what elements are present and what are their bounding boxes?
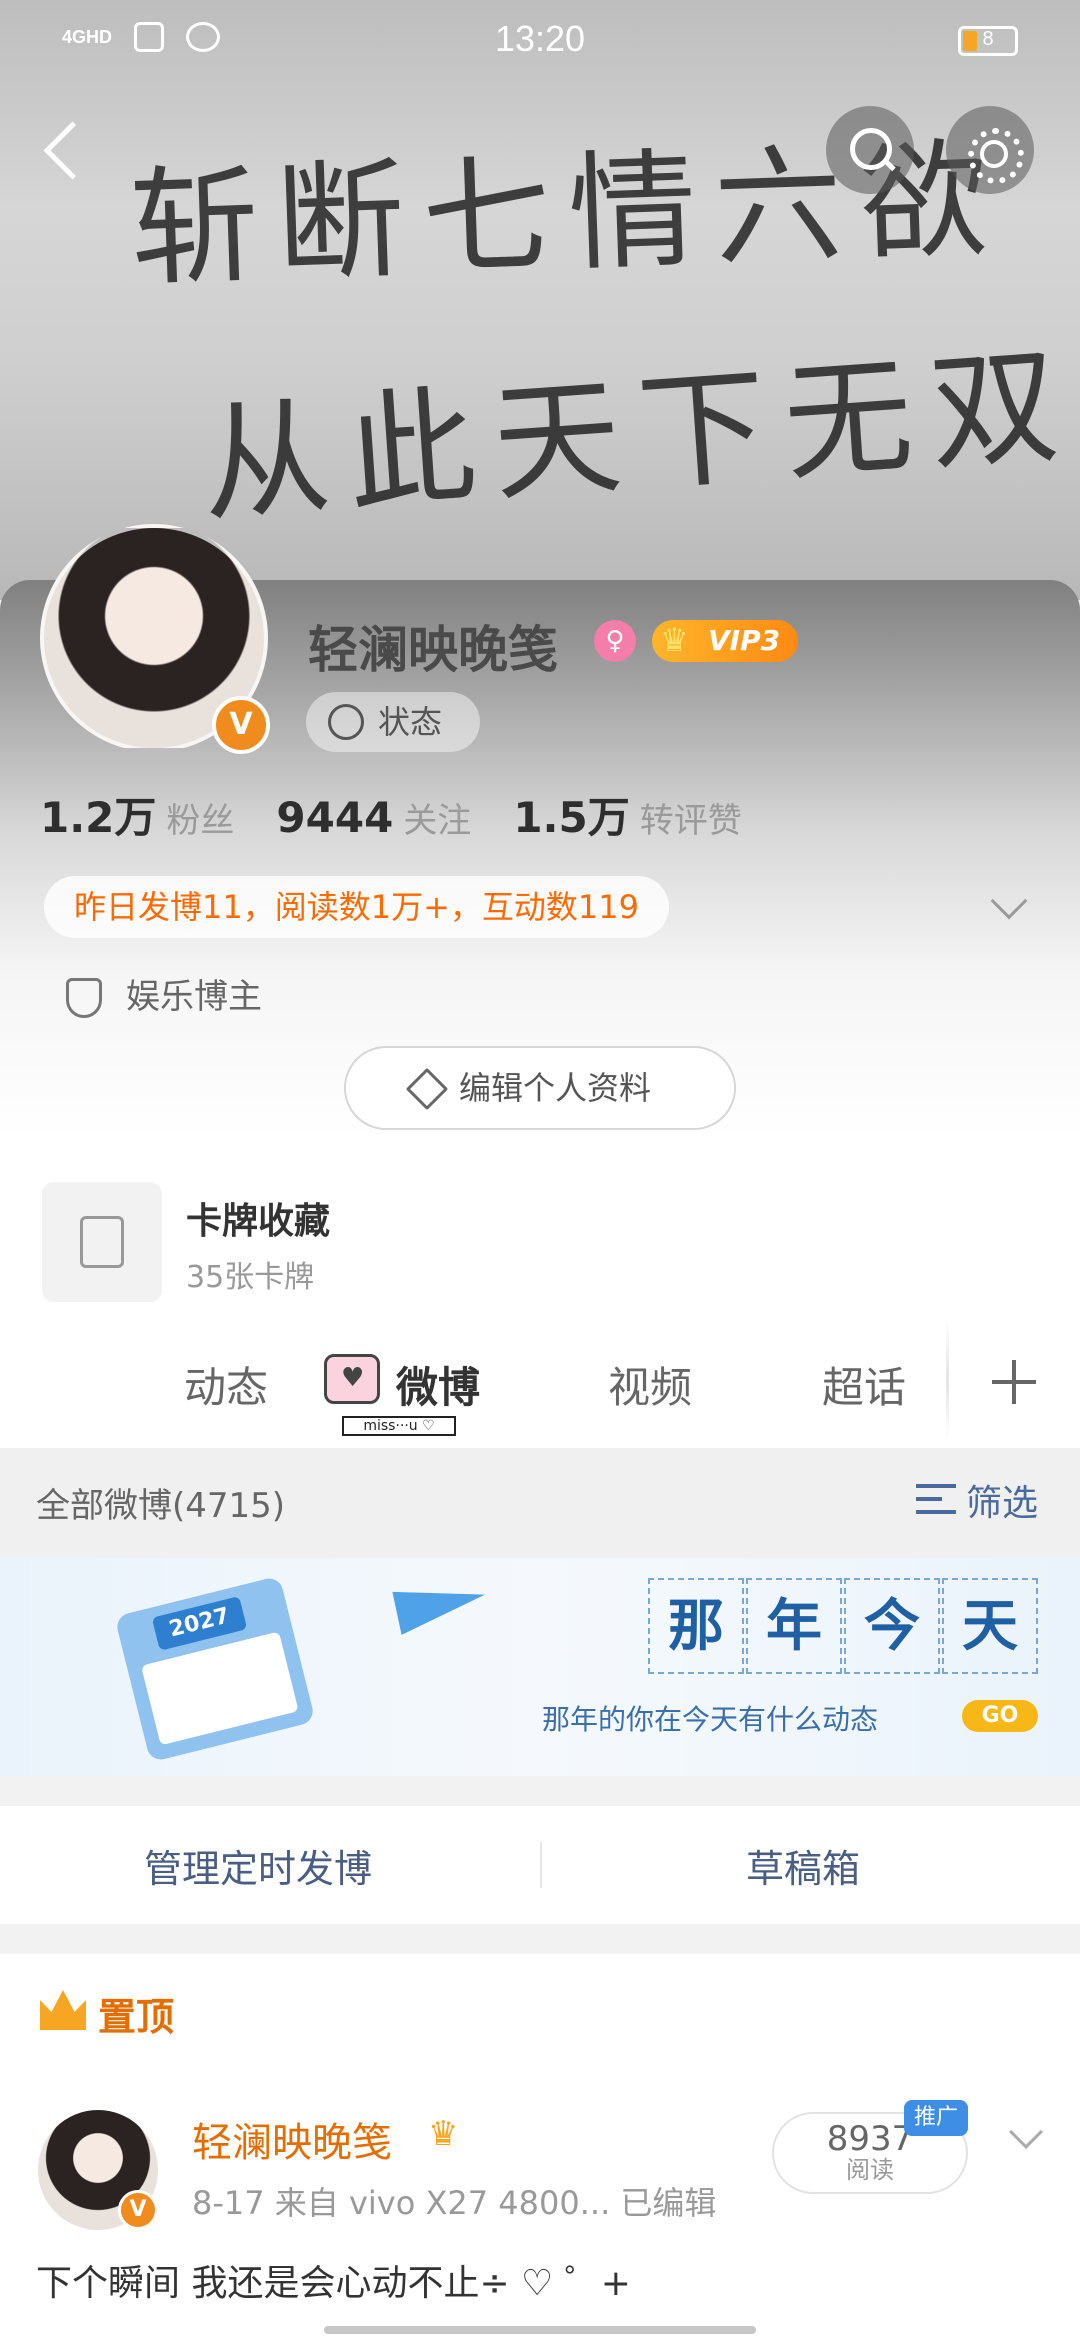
manage-bar: 管理定时发博 草稿箱 bbox=[0, 1806, 1080, 1924]
vip-crown-icon: ♛ bbox=[428, 2114, 459, 2154]
calendar-icon: 2027 bbox=[114, 1575, 316, 1763]
blogger-tag-label: 娱乐博主 bbox=[126, 977, 262, 1017]
post-author[interactable]: 轻澜映晚笺 bbox=[192, 2110, 392, 2168]
post-verified-badge: V bbox=[118, 2190, 158, 2230]
profile-stats: 1.2万 粉丝 9444 关注 1.5万 转评赞 bbox=[40, 784, 742, 845]
card-collection[interactable]: 卡牌收藏 35张卡牌 bbox=[0, 1140, 1080, 1340]
vip-badge[interactable]: ♛ VIP3 bbox=[652, 620, 799, 662]
memory-banner[interactable]: 2027 那 年 今 天 那年的你在今天有什么动态 GO bbox=[0, 1558, 1080, 1776]
tab-deco-label: miss···u ♡ bbox=[342, 1416, 456, 1436]
post-text: 下个瞬间 我还是会心动不止÷ ♡ ゜+ bbox=[36, 2263, 631, 2304]
stat-value: 1.2万 bbox=[40, 793, 157, 842]
search-button[interactable] bbox=[826, 106, 914, 194]
chevron-down-icon[interactable] bbox=[1009, 2115, 1043, 2149]
filter-icon bbox=[916, 1484, 956, 1514]
vip-label: VIP3 bbox=[708, 624, 781, 657]
pinned-label: 置顶 bbox=[40, 1986, 174, 2041]
filter-bar: 全部微博(4715) 筛选 bbox=[0, 1448, 1080, 1558]
all-weibo-count: 全部微博(4715) bbox=[36, 1486, 286, 1526]
battery-level: 8 bbox=[982, 28, 994, 50]
tab-video[interactable]: 视频 bbox=[608, 1354, 692, 1415]
drafts-button[interactable]: 草稿箱 bbox=[746, 1838, 860, 1893]
stat-fans[interactable]: 1.2万 粉丝 bbox=[40, 784, 234, 845]
tab-super-topic[interactable]: 超话 bbox=[822, 1354, 906, 1415]
card-icon bbox=[80, 1216, 124, 1268]
stat-interactions[interactable]: 1.5万 转评赞 bbox=[513, 784, 741, 845]
tab-weibo[interactable]: 微博 bbox=[396, 1354, 480, 1415]
crown-icon: ♛ bbox=[660, 621, 689, 659]
profile-cover[interactable]: 斩断七情六欲 从此天下无双 bbox=[0, 0, 1080, 600]
filter-label: 筛选 bbox=[966, 1483, 1039, 1524]
blogger-tag[interactable]: 娱乐博主 bbox=[66, 972, 262, 1022]
memory-subtitle: 那年的你在今天有什么动态 bbox=[542, 1703, 879, 1736]
card-collection-count: 35张卡牌 bbox=[186, 1260, 315, 1295]
status-bar: 4GHD 13:20 8 bbox=[0, 0, 1080, 80]
memory-title-char: 那 bbox=[648, 1578, 744, 1674]
back-button[interactable] bbox=[36, 112, 92, 184]
pinned-text: 置顶 bbox=[98, 1995, 175, 2039]
status-label: 状态 bbox=[378, 703, 443, 741]
add-tab-icon[interactable] bbox=[992, 1360, 1036, 1404]
pinned-post[interactable]: 置顶 V 轻澜映晚笺 ♛ 8-17 来自 vivo X27 4800... 已编… bbox=[0, 1954, 1080, 2340]
stat-following[interactable]: 9444 关注 bbox=[276, 793, 471, 842]
profile-tabs: 动态 微博 miss···u ♡ 视频 超话 bbox=[0, 1320, 1080, 1448]
status-icon bbox=[328, 704, 364, 740]
edit-profile-label: 编辑个人资料 bbox=[458, 1069, 651, 1107]
stat-label: 转评赞 bbox=[639, 801, 742, 841]
memory-title: 那 年 今 天 bbox=[648, 1578, 1038, 1674]
shield-icon bbox=[66, 978, 102, 1018]
stat-label: 粉丝 bbox=[166, 801, 235, 841]
crown-icon bbox=[40, 1990, 86, 2030]
card-collection-thumb bbox=[42, 1182, 162, 1302]
stat-value: 1.5万 bbox=[513, 793, 630, 842]
activity-summary[interactable]: 昨日发博11，阅读数1万+，互动数119 bbox=[44, 876, 669, 938]
heart-chat-icon bbox=[324, 1354, 380, 1404]
female-icon: ♀ bbox=[594, 620, 636, 662]
tab-divider bbox=[946, 1320, 949, 1440]
profile-nickname: 轻澜映晚笺 bbox=[308, 621, 558, 679]
memory-title-char: 今 bbox=[844, 1578, 940, 1674]
paper-plane-icon bbox=[392, 1573, 490, 1635]
filter-button[interactable]: 筛选 bbox=[916, 1474, 1038, 1526]
edit-profile-button[interactable]: 编辑个人资料 bbox=[344, 1046, 736, 1130]
manage-divider bbox=[540, 1842, 542, 1888]
promote-badge[interactable]: 推广 bbox=[904, 2100, 968, 2136]
tab-dynamics[interactable]: 动态 bbox=[184, 1354, 268, 1415]
settings-button[interactable] bbox=[946, 106, 1034, 194]
pencil-icon bbox=[405, 1067, 449, 1111]
clock: 13:20 bbox=[494, 18, 586, 59]
scheduled-posts-button[interactable]: 管理定时发博 bbox=[144, 1838, 372, 1893]
card-collection-title: 卡牌收藏 bbox=[186, 1201, 331, 1242]
stat-label: 关注 bbox=[403, 801, 472, 841]
status-button[interactable]: 状态 bbox=[306, 692, 480, 752]
read-label: 阅读 bbox=[846, 2156, 894, 2184]
verified-badge: V bbox=[212, 696, 270, 754]
memory-title-char: 年 bbox=[746, 1578, 842, 1674]
memory-go-button[interactable]: GO bbox=[962, 1700, 1038, 1732]
memory-title-char: 天 bbox=[942, 1578, 1038, 1674]
home-indicator bbox=[324, 2326, 756, 2334]
post-meta: 8-17 来自 vivo X27 4800... 已编辑 bbox=[192, 2184, 717, 2222]
cover-calligraphy-line-2: 从此天下无双 bbox=[196, 330, 1080, 541]
stat-value: 9444 bbox=[276, 793, 394, 842]
battery-icon: 8 bbox=[958, 26, 1018, 56]
